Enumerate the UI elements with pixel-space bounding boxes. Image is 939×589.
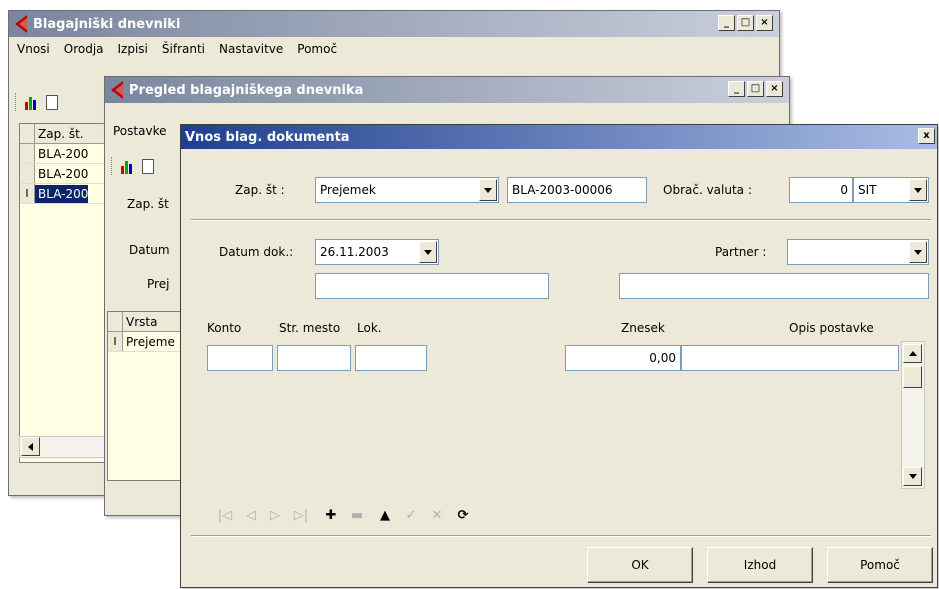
- vnos-dokumenta-dialog: Vnos blag. dokumenta x Zap. št : Prejeme…: [180, 124, 938, 588]
- menu-izpisi[interactable]: Izpisi: [118, 42, 148, 56]
- document-number-field[interactable]: BLA-2003-00006: [507, 177, 647, 203]
- insert-record-button[interactable]: ✚: [321, 505, 341, 525]
- minimize-button[interactable]: _: [728, 81, 745, 97]
- menu-nastavitve[interactable]: Nastavitve: [219, 42, 283, 56]
- scroll-left-button[interactable]: [21, 437, 40, 456]
- vertical-scrollbar[interactable]: [901, 341, 925, 489]
- datum-dok-label: Datum dok.:: [219, 245, 294, 259]
- delete-record-button[interactable]: ▬: [347, 505, 367, 525]
- table-cell: BLA-200: [38, 146, 89, 161]
- ok-button[interactable]: OK: [587, 547, 693, 583]
- partner-select[interactable]: [787, 239, 929, 265]
- maximize-button[interactable]: □: [737, 15, 754, 31]
- window-title: Blagajniški dnevniki: [33, 16, 181, 32]
- zap-st-label: Zap. št: [127, 197, 169, 211]
- cancel-record-button[interactable]: ✕: [427, 505, 447, 525]
- minimize-button[interactable]: _: [718, 15, 735, 31]
- znesek-field[interactable]: 0,00: [565, 345, 681, 371]
- opis-postavke-field[interactable]: [681, 345, 899, 371]
- table-cell: BLA-200: [38, 166, 89, 181]
- table-cell: Prejeme: [126, 334, 175, 349]
- partner-address-field[interactable]: [619, 273, 929, 299]
- close-button[interactable]: ×: [766, 81, 783, 97]
- valuta-amount-field[interactable]: 0: [789, 177, 853, 203]
- dialog-titlebar[interactable]: Vnos blag. dokumenta x: [181, 125, 937, 149]
- app-logo-icon: [111, 81, 123, 99]
- partner-description-field[interactable]: [315, 273, 549, 299]
- scroll-down-button[interactable]: [903, 467, 922, 486]
- next-record-button[interactable]: ▷: [265, 505, 285, 525]
- scroll-thumb[interactable]: [903, 366, 922, 388]
- menu-orodja[interactable]: Orodja: [64, 42, 104, 56]
- record-navigator: |◁ ◁ ▷ ▷| ✚ ▬ ▲ ✓ ✕ ⟳: [215, 505, 575, 525]
- zap-type-select[interactable]: Prejemek: [315, 177, 499, 203]
- konto-column-label: Konto: [207, 321, 242, 335]
- window-title: Pregled blagajniškega dnevnika: [129, 82, 364, 98]
- prejemek-label: Prej: [147, 277, 170, 291]
- partner-label: Partner :: [715, 245, 767, 259]
- postavke-grid: Vrsta I Prejeme: [107, 311, 187, 481]
- menubar: Vnosi Orodja Izpisi Šifranti Nastavitve …: [9, 39, 779, 59]
- edit-record-button[interactable]: ▲: [375, 505, 395, 525]
- menu-pomoc[interactable]: Pomoč: [297, 42, 337, 56]
- datum-label: Datum: [129, 243, 170, 257]
- close-button[interactable]: ×: [756, 15, 773, 31]
- document-number-value: BLA-2003-00006: [512, 183, 613, 197]
- last-record-button[interactable]: ▷|: [291, 505, 311, 525]
- first-record-button[interactable]: |◁: [215, 505, 235, 525]
- dropdown-arrow-icon[interactable]: [479, 179, 497, 201]
- row-marker: I: [20, 184, 35, 203]
- str-mesto-column-label: Str. mesto: [279, 321, 341, 335]
- window-titlebar[interactable]: Pregled blagajniškega dnevnika _ □ ×: [105, 77, 789, 103]
- help-button[interactable]: Pomoč: [827, 547, 933, 583]
- menu-postavke[interactable]: Postavke: [113, 124, 166, 138]
- column-header[interactable]: Vrsta: [123, 312, 157, 331]
- datum-dok-value: 26.11.2003: [320, 245, 389, 259]
- valuta-code-select[interactable]: SIT: [853, 177, 929, 203]
- lok-column-label: Lok.: [357, 321, 382, 335]
- scroll-up-button[interactable]: [903, 344, 922, 363]
- dropdown-arrow-icon[interactable]: [909, 241, 927, 263]
- valuta-amount-value: 0: [840, 183, 848, 197]
- konto-field[interactable]: [207, 345, 273, 371]
- column-header[interactable]: Zap. št.: [35, 124, 84, 143]
- menu-sifranti[interactable]: Šifranti: [162, 42, 205, 56]
- zap-type-value: Prejemek: [320, 183, 376, 197]
- lok-field[interactable]: [355, 345, 427, 371]
- dialog-title: Vnos blag. dokumenta: [185, 129, 350, 145]
- valuta-label: Obrač. valuta :: [663, 183, 752, 197]
- toolbar-grip: [111, 157, 114, 175]
- separator: [191, 535, 931, 537]
- znesek-column-label: Znesek: [621, 321, 665, 335]
- opis-postavke-column-label: Opis postavke: [789, 321, 874, 335]
- maximize-button[interactable]: □: [747, 81, 764, 97]
- chart-icon[interactable]: [120, 158, 136, 174]
- refresh-button[interactable]: ⟳: [453, 505, 473, 525]
- table-cell: BLA-200: [35, 184, 89, 203]
- table-row[interactable]: I Prejeme: [108, 332, 186, 352]
- valuta-code-value: SIT: [858, 183, 877, 197]
- exit-button[interactable]: Izhod: [707, 547, 813, 583]
- chart-icon[interactable]: [24, 94, 40, 110]
- menu-vnosi[interactable]: Vnosi: [17, 42, 50, 56]
- new-document-icon[interactable]: [142, 158, 154, 174]
- window-titlebar[interactable]: Blagajniški dnevniki _ □ ×: [9, 11, 779, 37]
- calendar-dropdown-icon[interactable]: [419, 241, 437, 263]
- datum-dok-field[interactable]: 26.11.2003: [315, 239, 439, 265]
- str-mesto-field[interactable]: [277, 345, 351, 371]
- prior-record-button[interactable]: ◁: [241, 505, 261, 525]
- close-button[interactable]: x: [918, 128, 935, 144]
- row-marker: I: [108, 332, 123, 351]
- toolbar-grip: [15, 93, 18, 111]
- dropdown-arrow-icon[interactable]: [909, 179, 927, 201]
- zap-st-label: Zap. št :: [235, 183, 285, 197]
- new-document-icon[interactable]: [46, 94, 58, 110]
- separator: [191, 219, 931, 221]
- post-record-button[interactable]: ✓: [401, 505, 421, 525]
- app-logo-icon: [15, 15, 27, 33]
- znesek-value: 0,00: [649, 351, 676, 365]
